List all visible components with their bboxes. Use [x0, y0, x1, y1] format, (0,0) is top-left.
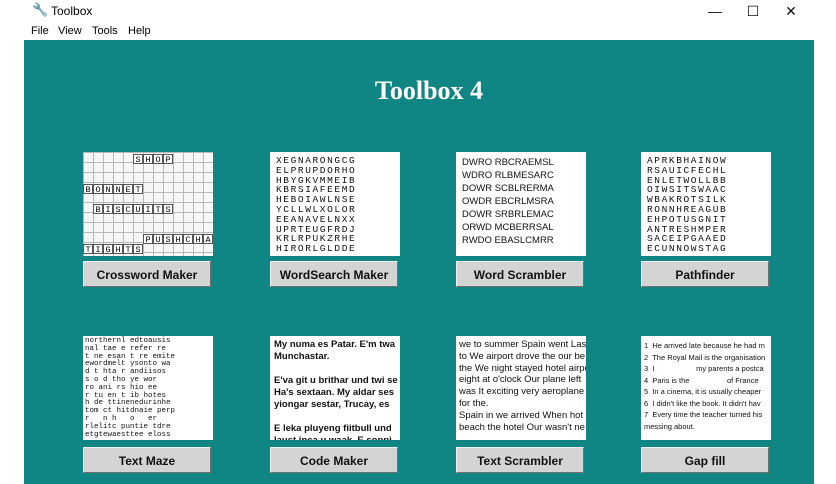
crossword-cell: B	[83, 184, 93, 195]
pathfinder-grid: APRKBHAINOW RSAUICFECHL ENLETWOLLBB OIWS…	[647, 155, 728, 255]
text-maze-button[interactable]: Text Maze	[83, 447, 211, 473]
crossword-cell: U	[153, 234, 163, 245]
crossword-cell: G	[103, 244, 113, 255]
text-scrambler-button[interactable]: Text Scrambler	[456, 447, 584, 473]
crossword-cell: I	[103, 204, 113, 215]
crossword-cell: N	[113, 184, 123, 195]
wordsearch-preview[interactable]: XEGNARONGCG ELPRUPDORHO HBYGKVMMEIB KBRS…	[270, 152, 400, 256]
gapfill-sentences: 1 He arrived late because he had m 2 The…	[644, 341, 766, 431]
pathfinder-preview[interactable]: APRKBHAINOW RSAUICFECHL ENLETWOLLBB OIWS…	[641, 152, 771, 256]
title-bar: 🔧 Toolbox — ☐ ✕	[0, 0, 836, 22]
gapfill-preview[interactable]: 1 He arrived late because he had m 2 The…	[641, 336, 771, 440]
main-panel: Toolbox 4 SHOPBONNETBISCUITSPUSHCHATIGHT…	[24, 40, 814, 484]
crossword-cell: A	[203, 234, 213, 245]
crossword-cell: C	[183, 234, 193, 245]
app-title: Toolbox 4	[374, 76, 484, 105]
crossword-cell: H	[193, 234, 203, 245]
menu-tools[interactable]: Tools	[92, 25, 118, 37]
crossword-cell: H	[143, 154, 153, 165]
crossword-cell: U	[133, 204, 143, 215]
toolbox-app-icon: 🔧	[32, 2, 49, 17]
crossword-cell: P	[143, 234, 153, 245]
crossword-cell: B	[93, 204, 103, 215]
crossword-cell: S	[163, 204, 173, 215]
code-maker-button[interactable]: Code Maker	[270, 447, 398, 473]
pathfinder-button[interactable]: Pathfinder	[641, 261, 769, 287]
menu-bar: File View Tools Help	[0, 22, 836, 40]
menu-file[interactable]: File	[31, 25, 49, 37]
crossword-cell: N	[103, 184, 113, 195]
crossword-cell: E	[123, 184, 133, 195]
crossword-cell: S	[133, 244, 143, 255]
word-scrambler-preview[interactable]: DWRO RBCRAEMSL WDRO RLBMESARC DOWR SCBLR…	[456, 152, 586, 256]
crossword-cell: H	[173, 234, 183, 245]
code-maker-preview[interactable]: My numa es Patar. E'm twa Munchastar. E'…	[270, 336, 400, 440]
word-scrambler-button[interactable]: Word Scrambler	[456, 261, 584, 287]
crossword-cell: S	[133, 154, 143, 165]
gapfill-button[interactable]: Gap fill	[641, 447, 769, 473]
crossword-cell: S	[163, 234, 173, 245]
crossword-cell: T	[153, 204, 163, 215]
text-maze-preview[interactable]: northernl edtoausis nal tae e refer re t…	[83, 336, 213, 440]
crossword-cell: T	[133, 184, 143, 195]
wordsearch-maker-button[interactable]: WordSearch Maker	[270, 261, 398, 287]
crossword-preview[interactable]: SHOPBONNETBISCUITSPUSHCHATIGHTS	[83, 152, 213, 256]
menu-help[interactable]: Help	[128, 25, 151, 37]
crossword-maker-button[interactable]: Crossword Maker	[83, 261, 211, 287]
window-title: Toolbox	[51, 4, 93, 18]
crossword-cell: T	[83, 244, 93, 255]
crossword-cell: I	[93, 244, 103, 255]
crossword-cell: H	[113, 244, 123, 255]
text-scrambler-preview[interactable]: we to summer Spain went Last to We airpo…	[456, 336, 586, 440]
close-button[interactable]: ✕	[768, 0, 814, 22]
wordsearch-grid: XEGNARONGCG ELPRUPDORHO HBYGKVMMEIB KBRS…	[276, 155, 357, 255]
code-text: My numa es Patar. E'm twa Munchastar. E'…	[274, 339, 398, 440]
crossword-cell: O	[93, 184, 103, 195]
menu-view[interactable]: View	[58, 25, 82, 37]
text-maze-grid: northernl edtoausis nal tae e refer re t…	[85, 337, 176, 439]
crossword-cell: O	[153, 154, 163, 165]
crossword-cell: I	[143, 204, 153, 215]
crossword-cell: C	[123, 204, 133, 215]
crossword-cell: T	[123, 244, 133, 255]
crossword-cell: S	[113, 204, 123, 215]
scrambled-text: we to summer Spain went Last to We airpo…	[459, 339, 586, 433]
crossword-cell: P	[163, 154, 173, 165]
scrambled-word-list: DWRO RBCRAEMSL WDRO RLBMESARC DOWR SCBLR…	[462, 157, 554, 246]
